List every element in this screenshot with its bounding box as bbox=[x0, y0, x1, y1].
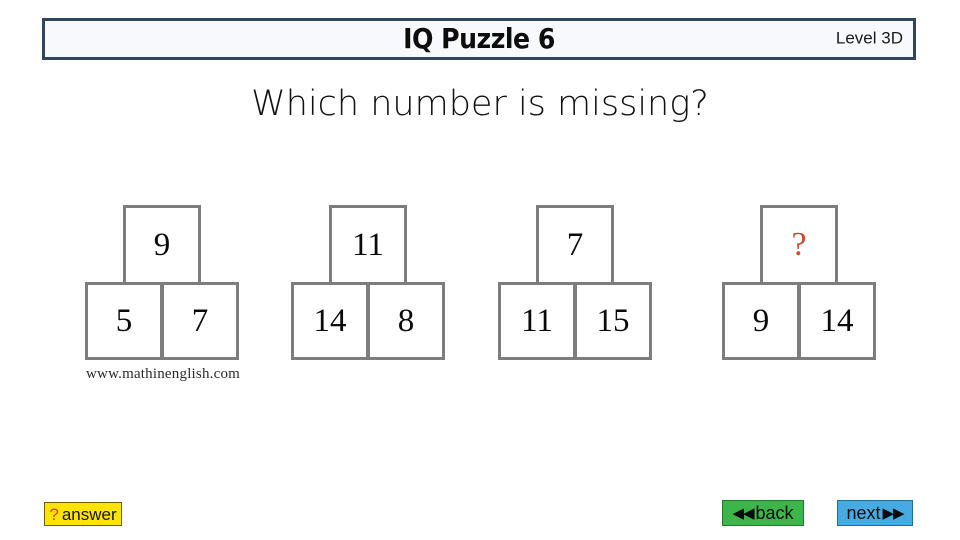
answer-button[interactable]: ? answer bbox=[44, 502, 122, 526]
puzzle-cell-bottom-left: 14 bbox=[291, 282, 369, 360]
puzzle-cell-top: 7 bbox=[536, 205, 614, 285]
puzzle-cell-top-unknown: ? bbox=[760, 205, 838, 285]
puzzle-cell-bottom-right: 14 bbox=[798, 282, 876, 360]
puzzle-cell-bottom-left: 11 bbox=[498, 282, 576, 360]
puzzle-cell-top: 11 bbox=[329, 205, 407, 285]
puzzle-cell-top: 9 bbox=[123, 205, 201, 285]
answer-button-label: answer bbox=[61, 504, 117, 524]
watermark: www.mathinenglish.com bbox=[86, 366, 241, 382]
back-button-label: back bbox=[755, 503, 794, 523]
puzzle-cell-bottom-right: 8 bbox=[367, 282, 445, 360]
next-button[interactable]: next ▶▶ bbox=[837, 500, 913, 526]
back-button[interactable]: ◀◀ back bbox=[722, 500, 804, 526]
puzzle-cell-bottom-left: 9 bbox=[722, 282, 800, 360]
arrow-left-icon: ◀◀ bbox=[732, 504, 754, 522]
question-mark-icon: ? bbox=[49, 504, 59, 524]
next-button-label: next bbox=[846, 503, 881, 523]
puzzle-cell-bottom-left: 5 bbox=[85, 282, 163, 360]
arrow-right-icon: ▶▶ bbox=[882, 504, 904, 522]
puzzle-cell-bottom-right: 15 bbox=[574, 282, 652, 360]
puzzle-area: 9 5 7 11 14 8 7 11 15 ? 9 14 www.mathine… bbox=[0, 0, 960, 540]
puzzle-cell-bottom-right: 7 bbox=[161, 282, 239, 360]
